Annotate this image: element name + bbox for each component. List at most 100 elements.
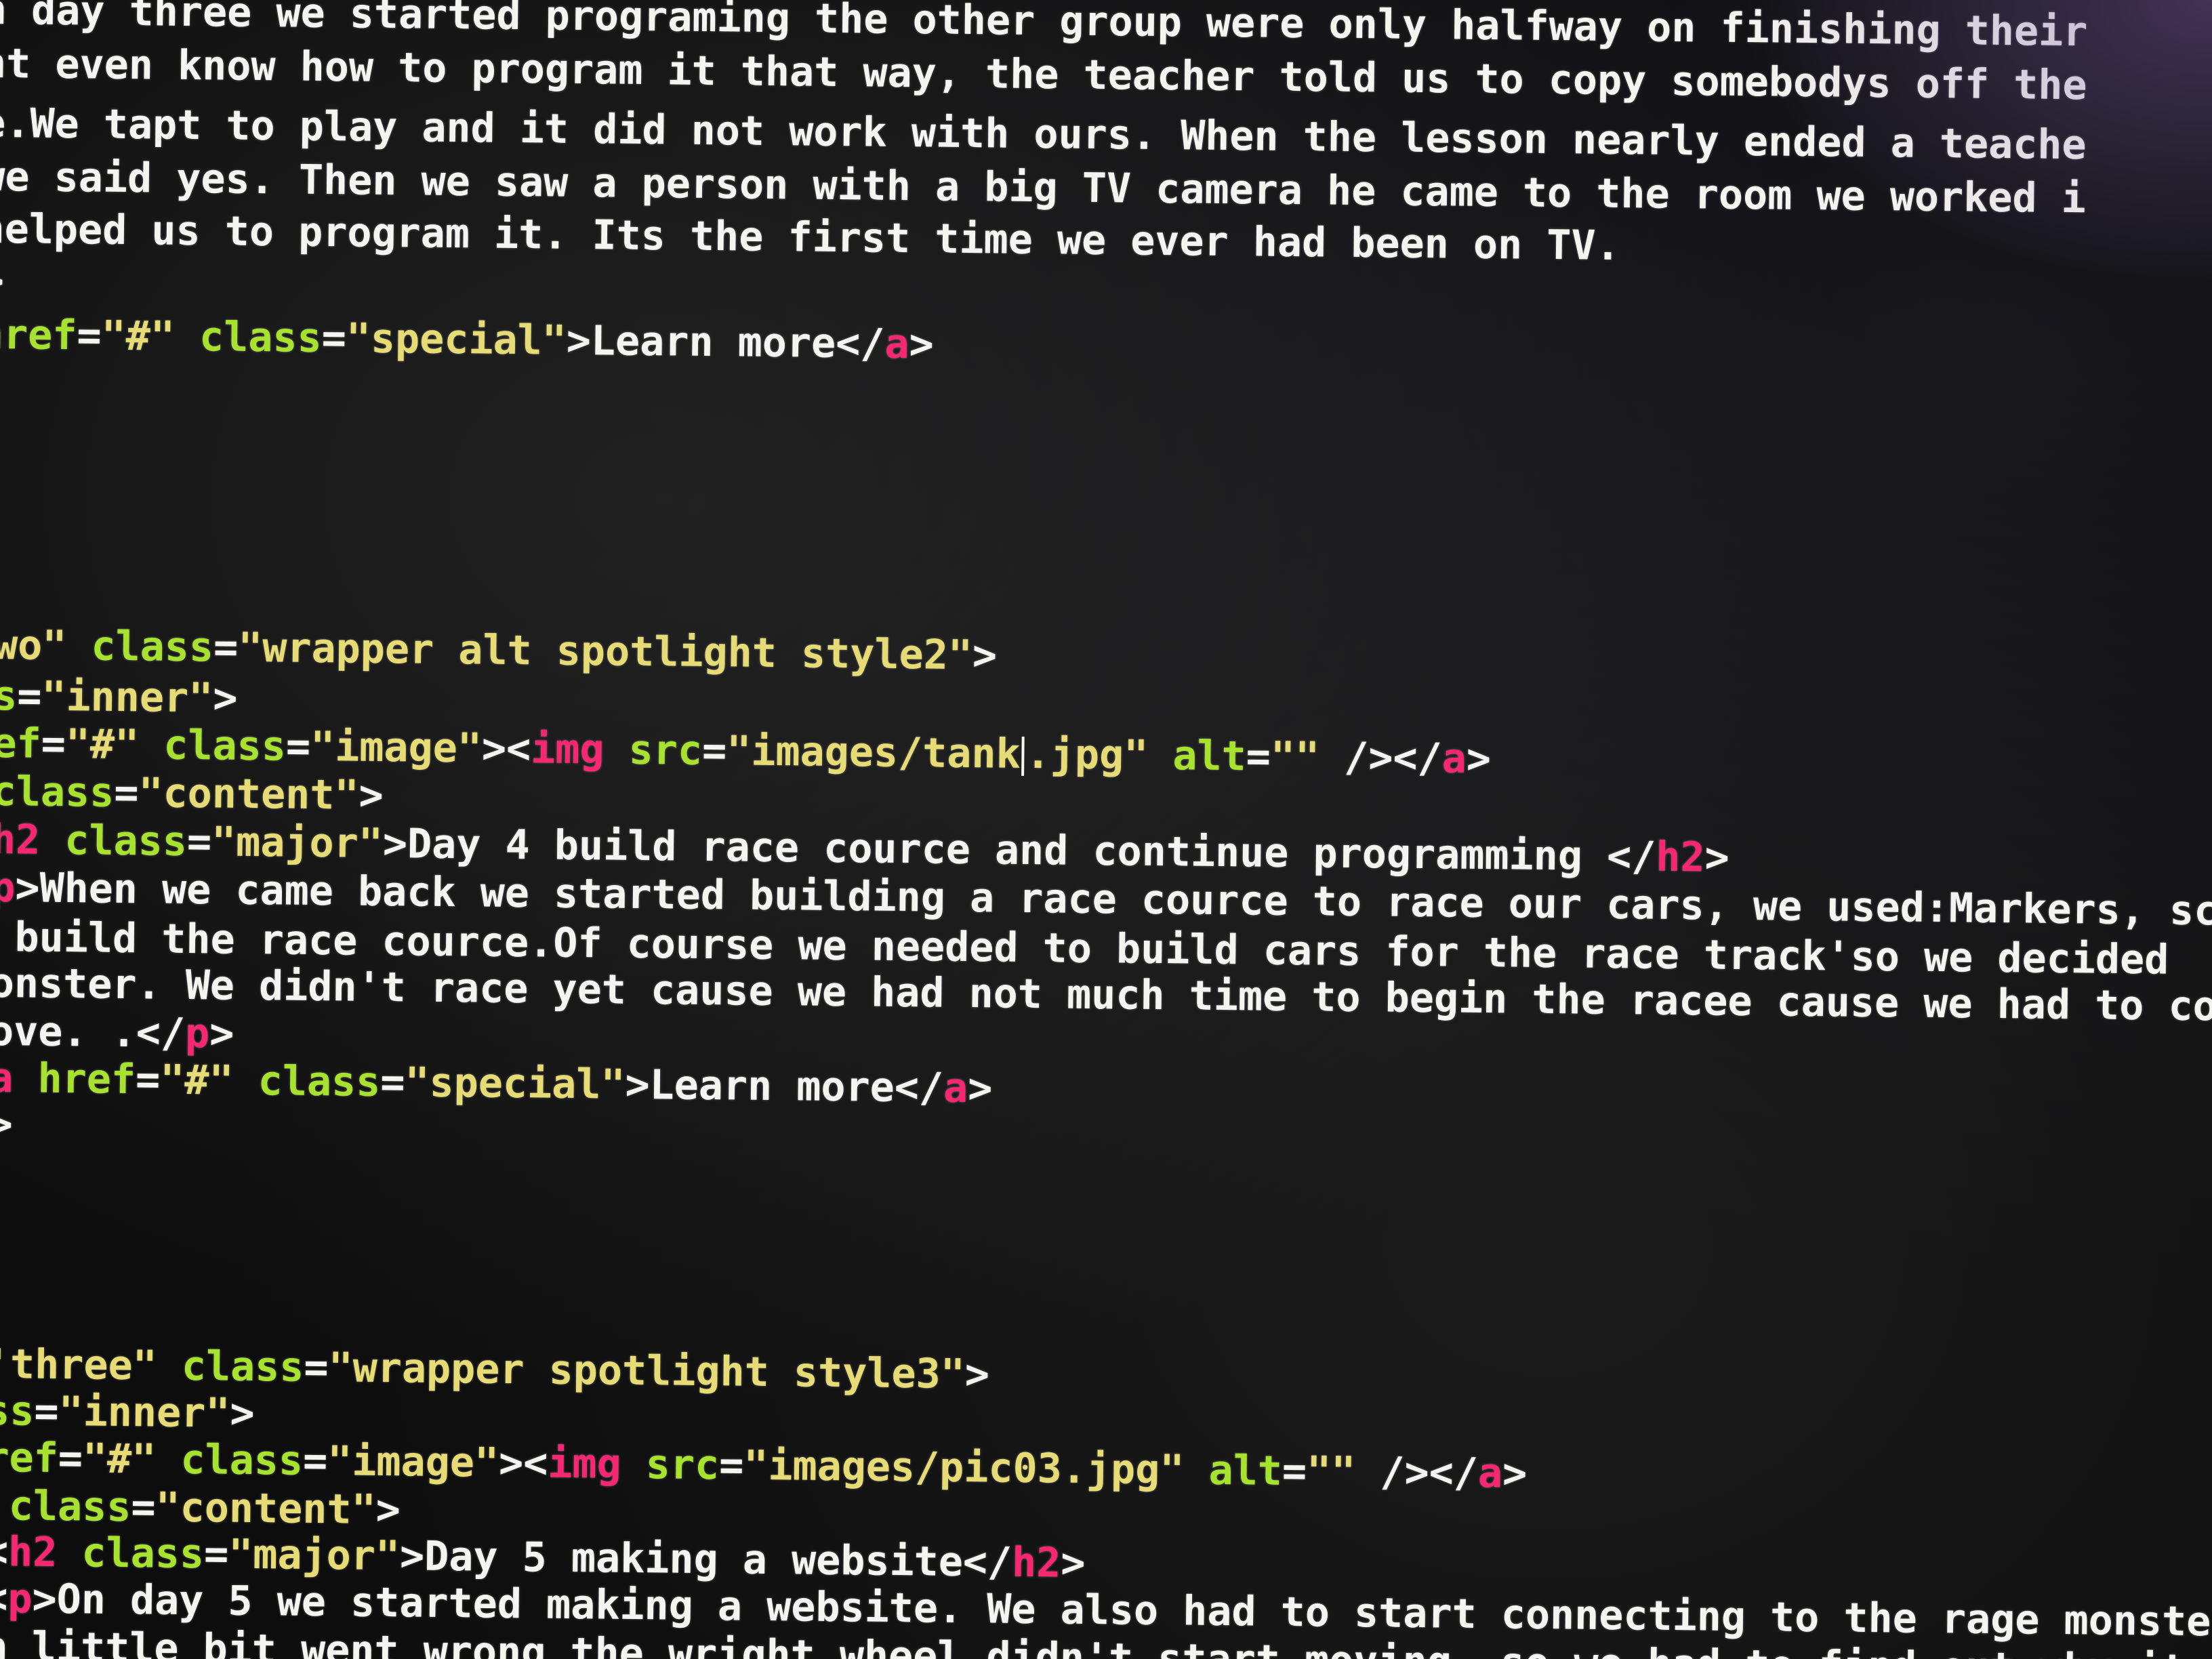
code-token-str: "#" — [101, 312, 176, 361]
code-line: class="content"> — [0, 1482, 401, 1534]
code-token-txt: > — [972, 632, 998, 680]
code-token-txt: = — [186, 817, 212, 866]
code-token-txt: = — [321, 314, 347, 363]
code-token-txt: > — [1502, 1450, 1528, 1498]
code-token-txt: ove. .</ — [0, 1007, 186, 1057]
code-token-attr: class — [157, 1342, 304, 1391]
code-token-txt: = — [1246, 733, 1271, 781]
code-token-attr: class — [155, 1435, 304, 1485]
code-token-txt: = — [58, 1435, 83, 1483]
code-token-str: "image" — [310, 722, 483, 773]
code-token-attr: class — [8, 1482, 131, 1532]
photo-of-code-editor-screen: on day three we started programing the o… — [0, 0, 2212, 1659]
code-line: a href="#" class="special">Learn more</a… — [0, 1054, 993, 1113]
code-token-tag: img — [530, 725, 605, 774]
code-line: ove. .</p> — [0, 1007, 234, 1058]
code-token-txt: > — [359, 771, 384, 819]
code-token-attr: src — [604, 726, 703, 775]
code-token-txt: = — [41, 720, 66, 769]
code-token-txt: = — [302, 1437, 328, 1486]
code-token-txt: > — [964, 1351, 990, 1399]
code-token-txt: >Learn more</ — [625, 1061, 944, 1112]
code-token-attr: ref — [0, 1433, 59, 1483]
code-token-tag: p — [184, 1009, 210, 1058]
code-token-str: "" — [1306, 1448, 1356, 1496]
code-token-tag: h2 — [1655, 833, 1705, 882]
code-token-attr: class — [174, 312, 323, 362]
code-token-attr: class — [39, 816, 188, 865]
code-token-txt: > — [230, 1389, 255, 1438]
code-token-str: "content" — [138, 769, 359, 819]
code-token-txt: < — [0, 1574, 8, 1623]
code-token-txt: = — [135, 1056, 161, 1104]
code-token-str: "images/tank — [726, 727, 1021, 778]
code-token-txt: = — [203, 1530, 229, 1578]
code-token-txt: = — [718, 1441, 744, 1490]
code-token-txt: = — [285, 722, 311, 771]
code-token-str: "major" — [228, 1530, 401, 1580]
code-token-txt: = — [380, 1058, 405, 1107]
code-token-tag: p — [0, 863, 16, 912]
text-cursor — [1021, 737, 1025, 777]
code-token-txt: = — [77, 312, 102, 360]
code-token-str: "wrapper spotlight style3" — [328, 1344, 966, 1399]
code-token-attr: class — [66, 622, 214, 672]
code-token-tag: h2 — [7, 1528, 58, 1577]
code-token-tag: a — [1477, 1449, 1503, 1498]
code-token-tag: h2 — [0, 815, 41, 864]
code-token-txt: > — [209, 1010, 234, 1058]
code-token-tag: a — [884, 320, 909, 369]
code-token-txt: > — [0, 257, 5, 306]
code-token-txt: = — [114, 769, 139, 817]
code-token-str: "image" — [327, 1437, 499, 1487]
code-token-str: "major" — [211, 818, 384, 867]
code-token-txt: > — [909, 321, 935, 369]
code-token-str: "#" — [65, 720, 140, 769]
code-token-tag: h2 — [1011, 1538, 1061, 1587]
code-token-str: .jpg" — [1025, 730, 1149, 779]
code-token-str: "images/pic03.jpg" — [743, 1441, 1185, 1494]
code-token-txt: > — [1466, 735, 1492, 783]
code-token-txt: >Learn more</ — [566, 316, 885, 368]
code-token-attr: href — [0, 310, 77, 360]
code-token-str: "" — [1270, 733, 1320, 781]
code-token-attr: href — [13, 1054, 136, 1104]
code-line: href="#" class="special">Learn more</a> — [0, 310, 935, 369]
code-token-txt: > — [967, 1065, 993, 1113]
code-token-attr: class — [0, 767, 115, 817]
code-token-txt: = — [17, 672, 42, 720]
code-token-txt: > — [1704, 834, 1730, 882]
code-token-attr: alt — [1147, 731, 1247, 781]
code-token-tag: a — [1441, 735, 1467, 783]
code-token-attr: ef — [0, 719, 42, 768]
code-line: class="content"> — [0, 767, 384, 819]
code-token-attr: s — [0, 672, 18, 720]
code-token-txt: > — [212, 674, 238, 722]
code-token-str: "inner" — [58, 1388, 230, 1437]
code-token-tag: a — [943, 1064, 968, 1113]
code-token-txt: >< — [481, 724, 531, 773]
code-line: > — [0, 1100, 14, 1149]
code-token-txt: = — [131, 1483, 156, 1532]
code-token-txt: > — [375, 1486, 401, 1534]
code-token-txt: >< — [498, 1439, 548, 1488]
code-token-txt: >Day 5 making a website</ — [399, 1532, 1012, 1586]
code-token-txt: = — [304, 1343, 329, 1392]
code-token-attr: src — [621, 1440, 720, 1490]
code-token-str: "special" — [405, 1059, 626, 1109]
code-token-str: "#" — [159, 1056, 234, 1105]
code-line: p> — [0, 257, 5, 306]
code-line: s="inner"> — [0, 672, 238, 722]
code-token-txt: = — [34, 1387, 59, 1436]
code-token-tag: a — [0, 1054, 14, 1103]
code-token-txt: /></ — [1355, 1448, 1479, 1497]
code-editor-text-area[interactable]: on day three we started programing the o… — [0, 0, 2212, 1659]
code-token-txt: = — [1282, 1447, 1307, 1496]
code-token-txt: > — [0, 1100, 14, 1149]
code-token-str: "content" — [155, 1483, 377, 1534]
code-token-str: "wrapper alt spotlight style2" — [237, 623, 973, 680]
code-token-str: "#" — [82, 1435, 157, 1483]
code-token-attr: class — [138, 721, 287, 771]
code-line: ss="inner"> — [0, 1387, 255, 1438]
code-token-attr: class — [233, 1057, 381, 1106]
